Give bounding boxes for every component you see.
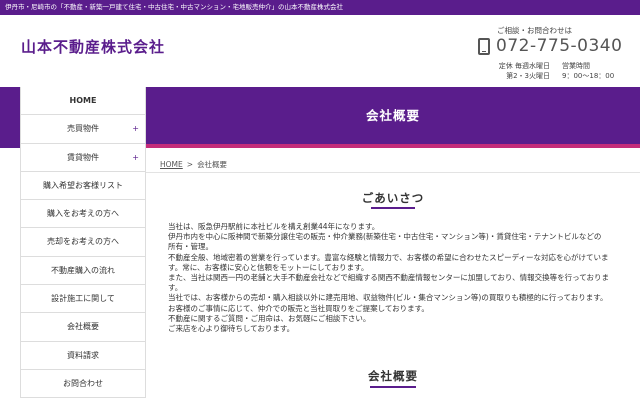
greeting-title-underline	[371, 207, 415, 209]
company-profile-title: 会社概要	[368, 369, 418, 383]
greeting-line: す。常に、お客様に安心と信頼をモットーにしております。	[168, 262, 369, 272]
sidebar-item-buyer-list[interactable]: 購入希望お客様リスト	[21, 171, 146, 201]
sidebar-item-label: 購入をお考えの方へ	[47, 209, 119, 219]
greeting-line: また、当社は関西一円の老舗と大手不動産会社などで組織する関西不動産情報センターに…	[168, 273, 609, 283]
contact-label: ご相談・お問合わせは	[497, 26, 572, 35]
hours-label: 営業時間	[562, 62, 590, 70]
sidebar-item-contact[interactable]: お問合わせ	[21, 369, 146, 399]
sidebar-item-sales-properties[interactable]: 売買物件 +	[21, 115, 146, 144]
company-title-underline	[370, 386, 416, 388]
hours-time: 9：00～18：00	[562, 72, 615, 80]
sidebar-item-for-buyers[interactable]: 購入をお考えの方へ	[21, 200, 146, 229]
page-title: 会社概要	[365, 108, 420, 123]
breadcrumb-divider	[146, 172, 640, 173]
greeting-title: ごあいさつ	[361, 191, 425, 205]
greeting-line: ご来店を心より御待ちしております。	[168, 324, 295, 334]
sidebar-item-for-sellers[interactable]: 売却をお考えの方へ	[21, 228, 146, 257]
sidebar-item-label: 購入希望お客様リスト	[43, 180, 123, 190]
sidebar-item-label: 設計施工に関して	[51, 294, 115, 304]
phone-number[interactable]: 072-775-0340	[496, 36, 622, 56]
expand-plus-icon[interactable]: +	[132, 144, 139, 172]
sidebar-item-label: 賃貸物件	[67, 152, 99, 162]
sidebar-item-company-profile[interactable]: 会社概要	[21, 313, 146, 342]
greeting-body: 当社は、阪急伊丹駅前に本社ビルを構え創業44年になります。 伊丹市内を中心に阪神…	[168, 222, 623, 334]
sidebar-item-purchase-flow[interactable]: 不動産購入の流れ	[21, 256, 146, 286]
breadcrumb-home-link[interactable]: HOME	[160, 160, 183, 169]
greeting-line: 不動産に関するご質問・ご用命は、お気軽にご相談下さい。	[168, 313, 371, 323]
greeting-line: 所有・管理。	[168, 242, 213, 252]
greeting-line: 伊丹市内を中心に阪神間で新築分譲住宅の販売・仲介業務(新築住宅・中古住宅・マンシ…	[168, 232, 602, 242]
expand-plus-icon[interactable]: +	[132, 115, 139, 143]
business-hours: 定休 毎週水曜日 営業時間 第2・3火曜日 9：00～18：00	[480, 61, 614, 81]
site-header: 山本不動産株式会社 ご相談・お問合わせは 072-775-0340 定休 毎週水…	[0, 15, 640, 87]
greeting-line: 当社は、阪急伊丹駅前に本社ビルを構え創業44年になります。	[168, 222, 380, 231]
sidebar-item-label: 資料請求	[67, 350, 99, 360]
sidebar-item-label: 売却をお考えの方へ	[47, 237, 119, 247]
sidebar-item-label: HOME	[69, 96, 97, 105]
top-announcement-text: 伊丹市・尼崎市の「不動産・新築一戸建て住宅・中古住宅・中古マンション・宅地販売仲…	[5, 3, 343, 11]
hours-closed-extra: 第2・3火曜日	[506, 72, 550, 80]
greeting-line: お客様のご事情に応じて、仲介での販売と当社買取りをご提案しております。	[168, 303, 429, 313]
hours-row: 定休 毎週水曜日 営業時間	[480, 61, 614, 71]
hours-row: 第2・3火曜日 9：00～18：00	[480, 71, 614, 81]
sidebar-item-label: 不動産購入の流れ	[51, 265, 115, 275]
greeting-line: 当社では、お客様からの売却・購入相談以外に建売用地、収益物件(ビル・集合マンショ…	[168, 293, 608, 303]
greeting-line: す。	[168, 283, 183, 293]
greeting-line: 不動産全般、地域密着の営業を行っています。豊富な経験と情報力で、お客様の希望に合…	[168, 252, 609, 262]
breadcrumb-separator: >	[186, 160, 194, 169]
phone-icon	[478, 38, 490, 55]
sidebar-item-design-construction[interactable]: 設計施工に関して	[21, 285, 146, 314]
company-logo[interactable]: 山本不動産株式会社	[21, 36, 165, 57]
sidebar-item-request-materials[interactable]: 資料請求	[21, 341, 146, 370]
sidebar-nav: HOME 売買物件 + 賃貸物件 + 購入希望お客様リスト 購入をお考えの方へ 売却…	[20, 87, 146, 399]
sidebar-item-label: 売買物件	[67, 124, 99, 134]
top-announcement-bar: 伊丹市・尼崎市の「不動産・新築一戸建て住宅・中古住宅・中古マンション・宅地販売仲…	[0, 0, 640, 15]
sidebar-item-label: お問合わせ	[63, 378, 103, 388]
breadcrumb: HOME > 会社概要	[160, 159, 227, 170]
heading-accent-line	[146, 144, 640, 148]
hours-closed: 定休 毎週水曜日	[498, 62, 550, 70]
sidebar-item-home[interactable]: HOME	[21, 87, 146, 116]
sidebar-item-label: 会社概要	[67, 322, 99, 332]
breadcrumb-current: 会社概要	[197, 160, 228, 169]
sidebar-item-rental-properties[interactable]: 賃貸物件 +	[21, 143, 146, 172]
